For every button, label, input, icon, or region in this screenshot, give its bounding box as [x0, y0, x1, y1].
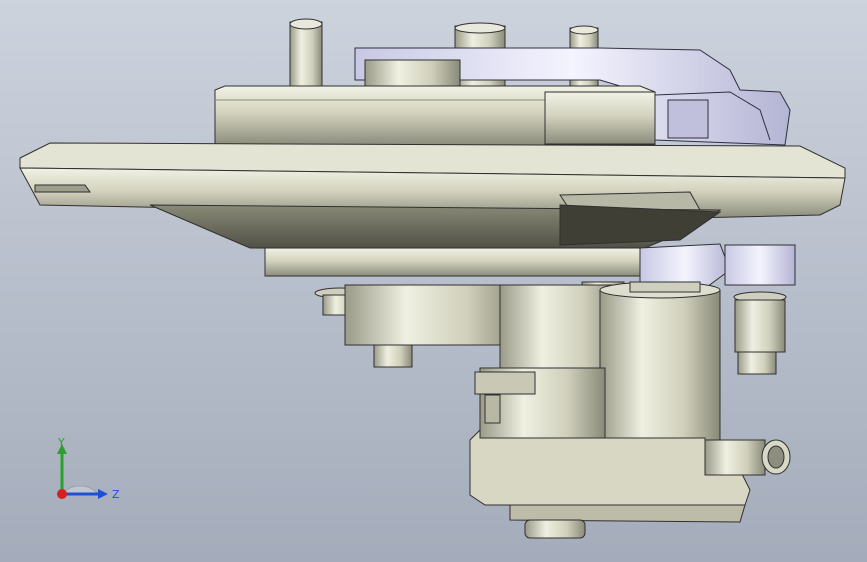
side-connector — [704, 439, 791, 476]
3d-model-render[interactable] — [0, 0, 867, 562]
cad-viewport[interactable]: Y Z — [0, 0, 867, 562]
x-axis-dot — [57, 489, 67, 499]
lower-bowl — [149, 204, 722, 251]
z-axis-label: Z — [112, 488, 120, 501]
y-axis-label: Y — [57, 436, 65, 449]
z-axis-arrow — [98, 489, 108, 499]
main-flange — [19, 142, 846, 219]
coordinate-triad: Y Z — [57, 436, 120, 501]
